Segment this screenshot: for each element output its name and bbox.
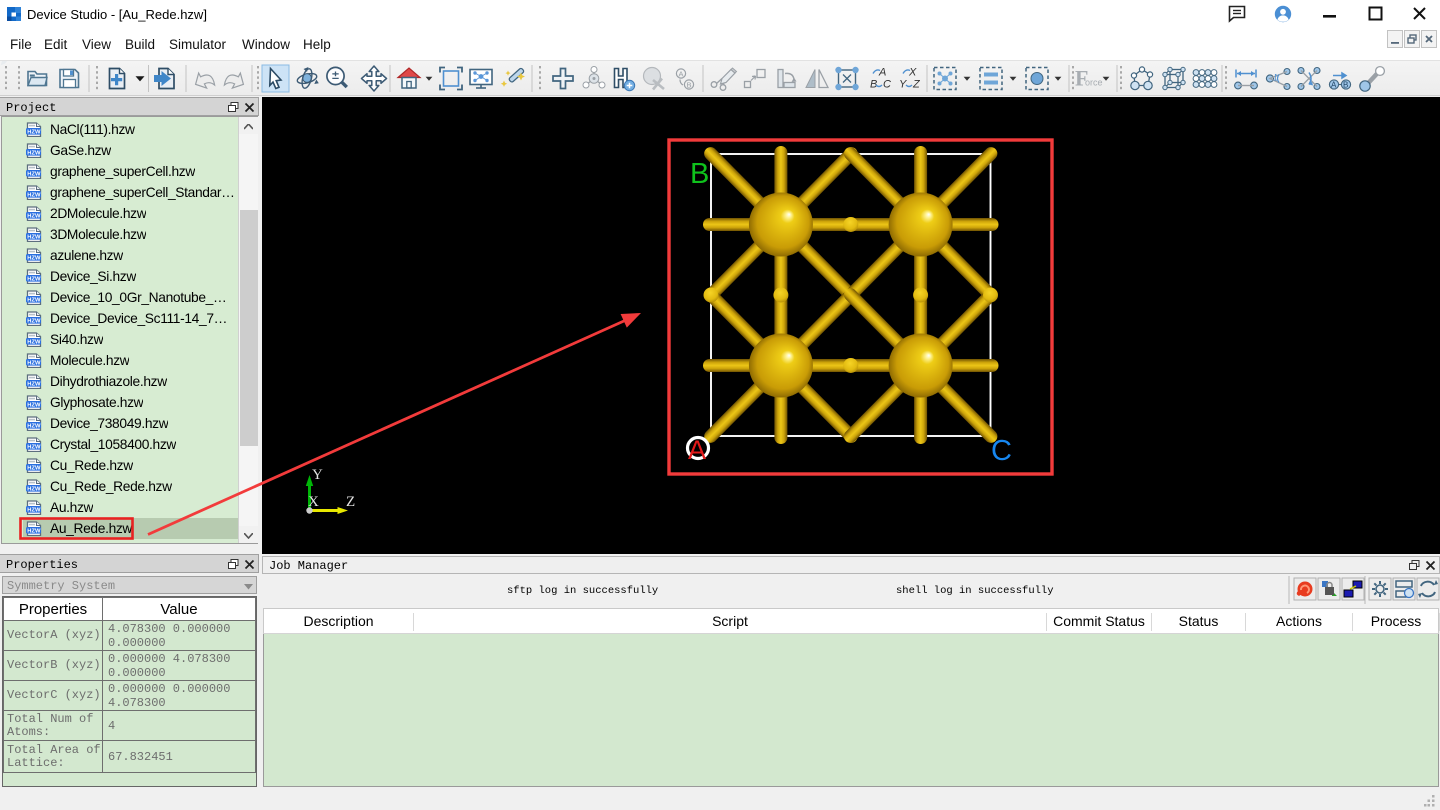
svg-text:B: B bbox=[1343, 81, 1348, 90]
svg-text:HZW: HZW bbox=[27, 297, 41, 303]
svg-text:A: A bbox=[688, 435, 706, 465]
svg-text:HZW: HZW bbox=[27, 129, 41, 135]
svg-text:HZW: HZW bbox=[27, 171, 41, 177]
svg-text:HZW: HZW bbox=[27, 360, 41, 366]
svg-text:B: B bbox=[687, 80, 692, 89]
svg-text:Y: Y bbox=[312, 467, 323, 483]
svg-text:C: C bbox=[883, 79, 891, 91]
svg-text:X: X bbox=[308, 494, 319, 510]
svg-text:HZW: HZW bbox=[27, 381, 41, 387]
svg-text:HZW: HZW bbox=[27, 528, 41, 534]
svg-text:HZW: HZW bbox=[27, 423, 41, 429]
svg-text:Z: Z bbox=[346, 494, 355, 510]
svg-text:HZW: HZW bbox=[27, 486, 41, 492]
svg-text:HZW: HZW bbox=[27, 444, 41, 450]
svg-text:HZW: HZW bbox=[27, 213, 41, 219]
svg-text:HZW: HZW bbox=[27, 507, 41, 513]
svg-text:X: X bbox=[908, 67, 917, 79]
svg-text:HZW: HZW bbox=[27, 339, 41, 345]
svg-text:A: A bbox=[1331, 81, 1337, 90]
svg-text:A: A bbox=[878, 67, 886, 79]
svg-text:B: B bbox=[690, 158, 709, 190]
svg-text:HZW: HZW bbox=[27, 150, 41, 156]
svg-text:HZW: HZW bbox=[27, 192, 41, 198]
svg-text:HZW: HZW bbox=[27, 276, 41, 282]
svg-text:HZW: HZW bbox=[27, 465, 41, 471]
svg-text:HZW: HZW bbox=[27, 318, 41, 324]
svg-text:HZW: HZW bbox=[27, 402, 41, 408]
svg-text:B: B bbox=[870, 79, 877, 91]
svg-text:Y: Y bbox=[899, 79, 907, 91]
svg-text:A: A bbox=[679, 69, 684, 78]
svg-text:HZW: HZW bbox=[27, 255, 41, 261]
svg-text:orce: orce bbox=[1085, 78, 1103, 88]
svg-text:HZW: HZW bbox=[27, 234, 41, 240]
svg-text:Z: Z bbox=[912, 79, 921, 91]
svg-text:C: C bbox=[991, 435, 1012, 467]
